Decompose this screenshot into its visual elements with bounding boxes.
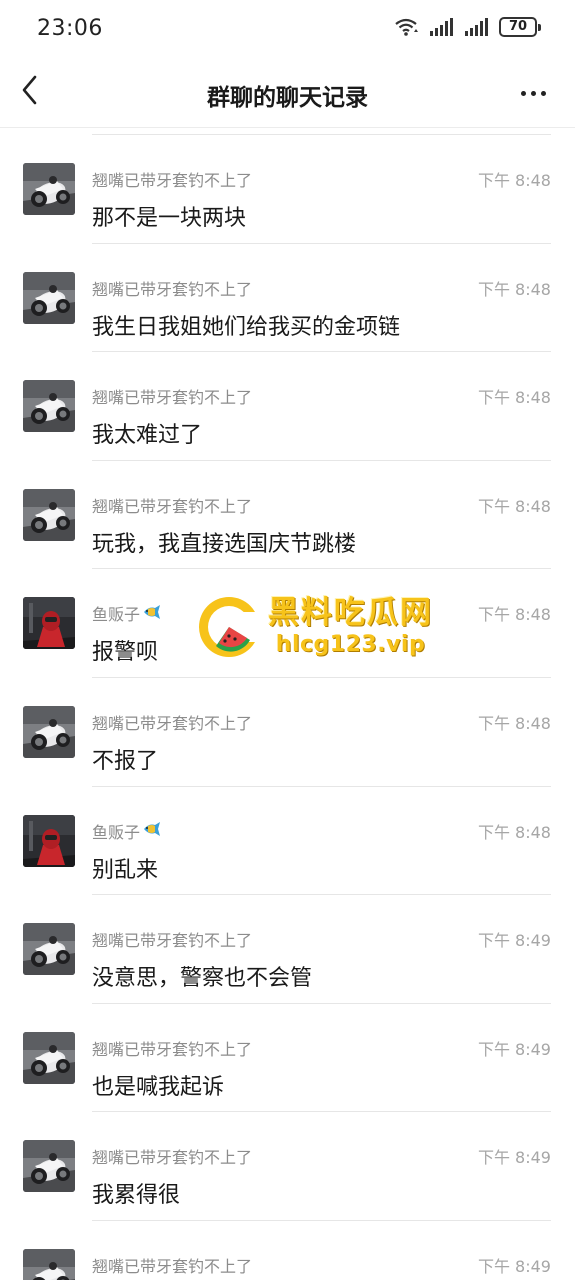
rider-avatar[interactable]	[23, 597, 75, 650]
message-time: 下午 8:49	[477, 1257, 551, 1276]
sender-name-text: 翘嘴已带牙套钓不上了	[92, 279, 253, 299]
sender-name[interactable]: 翘嘴已带牙套钓不上了	[92, 167, 252, 191]
motorcycle-avatar[interactable]	[23, 163, 75, 215]
message-text[interactable]: 那不是一块两块	[92, 200, 246, 232]
sender-name[interactable]: 翘嘴已带牙套钓不上了	[92, 493, 252, 517]
message-time: 下午 8:48	[477, 171, 551, 190]
sender-name-text: 翘嘴已带牙套钓不上了	[92, 1257, 253, 1276]
message-item[interactable]: 翘嘴已带牙套钓不上了 下午 8:48 那不是一块两块	[0, 135, 575, 244]
motorcycle-avatar[interactable]	[23, 1140, 75, 1193]
message-item[interactable]: 翘嘴已带牙套钓不上了 下午 8:49 没意思，警察也不会管	[0, 895, 575, 1004]
signal-icon	[429, 18, 455, 36]
message-text[interactable]: 不报了	[92, 743, 158, 775]
message-item[interactable]: 翘嘴已带牙套钓不上了 下午 8:48 不报了	[0, 678, 575, 787]
message-item[interactable]: 鱼贩子 下午 8:48 别乱来	[0, 787, 575, 896]
sender-name-text: 鱼贩子	[92, 605, 141, 625]
sender-name-text: 翘嘴已带牙套钓不上了	[92, 1039, 253, 1059]
sender-name[interactable]: 翘嘴已带牙套钓不上了	[92, 384, 252, 408]
motorcycle-avatar[interactable]	[23, 271, 75, 324]
sender-name-text: 翘嘴已带牙套钓不上了	[92, 1148, 253, 1168]
wifi-icon	[394, 17, 420, 37]
sender-name[interactable]: 鱼贩子	[92, 819, 161, 843]
status-icons: 70	[394, 17, 541, 37]
fish-emoji-icon	[143, 604, 161, 623]
message-text[interactable]: 我太难过了	[92, 417, 202, 449]
nav-bar: 群聊的聊天记录	[0, 58, 575, 128]
message-text[interactable]: 我累得很	[92, 1177, 180, 1209]
message-time: 下午 8:48	[477, 496, 551, 516]
message-text[interactable]: 报警呗	[92, 634, 158, 666]
message-list[interactable]: 翘嘴已带牙套钓不上了 下午 8:48 那不是一块两块 翘嘴已带牙套钓不上了 下午 8:4…	[0, 128, 575, 1280]
sender-name[interactable]: 翘嘴已带牙套钓不上了	[92, 276, 252, 300]
message-text[interactable]: 玩我，我直接选国庆节跳楼	[92, 526, 356, 558]
message-text[interactable]: 也是喊我起诉	[92, 1069, 224, 1101]
sender-name[interactable]: 翘嘴已带牙套钓不上了	[92, 1144, 252, 1168]
message-time: 下午 8:48	[477, 388, 551, 408]
page-title: 群聊的聊天记录	[207, 85, 368, 111]
signal-icon	[464, 18, 490, 36]
sender-name[interactable]: 翘嘴已带牙套钓不上了	[92, 710, 252, 734]
message-text[interactable]: 没意思，警察也不会管	[92, 960, 312, 992]
sender-name-text: 翘嘴已带牙套钓不上了	[92, 931, 253, 951]
message-text[interactable]: 别乱来	[92, 852, 158, 884]
message-time: 下午 8:48	[477, 822, 551, 842]
status-time: 23:06	[37, 16, 103, 41]
watermark: 黑料吃瓜网 hlcg123.vip	[196, 594, 433, 660]
message-time: 下午 8:49	[477, 931, 551, 951]
message-item[interactable]: 翘嘴已带牙套钓不上了 下午 8:49	[0, 1221, 575, 1280]
message-time: 下午 8:48	[477, 714, 551, 733]
message-text[interactable]: 我生日我姐她们给我买的金项链	[92, 309, 400, 341]
watermark-title: 黑料吃瓜网	[268, 595, 433, 631]
fish-emoji-icon	[143, 821, 161, 840]
sender-name[interactable]: 鱼贩子	[92, 601, 161, 625]
message-time: 下午 8:48	[477, 605, 551, 625]
watermark-url: hlcg123.vip	[275, 632, 426, 657]
sender-name-text: 翘嘴已带牙套钓不上了	[92, 714, 253, 733]
watermelon-logo-icon	[196, 594, 262, 660]
message-item[interactable]: 翘嘴已带牙套钓不上了 下午 8:49 也是喊我起诉	[0, 1004, 575, 1113]
sender-name-text: 鱼贩子	[92, 822, 141, 842]
more-dots-icon	[520, 90, 526, 96]
message-item[interactable]: 翘嘴已带牙套钓不上了 下午 8:48 我生日我姐她们给我买的金项链	[0, 244, 575, 353]
motorcycle-avatar[interactable]	[23, 380, 75, 433]
more-button[interactable]	[513, 76, 553, 110]
message-item[interactable]: 翘嘴已带牙套钓不上了 下午 8:49 我累得很	[0, 1112, 575, 1221]
motorcycle-avatar[interactable]	[23, 1249, 75, 1280]
message-time: 下午 8:48	[477, 279, 551, 299]
motorcycle-avatar[interactable]	[23, 1031, 75, 1084]
message-item[interactable]: 翘嘴已带牙套钓不上了 下午 8:48 玩我，我直接选国庆节跳楼	[0, 461, 575, 570]
motorcycle-avatar[interactable]	[23, 923, 75, 976]
sender-name[interactable]: 翘嘴已带牙套钓不上了	[92, 927, 252, 951]
sender-name-text: 翘嘴已带牙套钓不上了	[92, 171, 253, 190]
rider-avatar[interactable]	[23, 814, 75, 867]
sender-name[interactable]: 翘嘴已带牙套钓不上了	[92, 1036, 252, 1060]
status-bar: 23:06 70	[0, 0, 575, 58]
message-time: 下午 8:49	[477, 1039, 551, 1059]
motorcycle-avatar[interactable]	[23, 706, 75, 758]
sender-name[interactable]: 翘嘴已带牙套钓不上了	[92, 1253, 252, 1277]
battery-icon: 70	[499, 17, 541, 37]
sender-name-text: 翘嘴已带牙套钓不上了	[92, 388, 253, 408]
motorcycle-avatar[interactable]	[23, 488, 75, 541]
sender-name-text: 翘嘴已带牙套钓不上了	[92, 496, 253, 516]
message-time: 下午 8:49	[477, 1148, 551, 1168]
message-item[interactable]: 翘嘴已带牙套钓不上了 下午 8:48 我太难过了	[0, 352, 575, 461]
